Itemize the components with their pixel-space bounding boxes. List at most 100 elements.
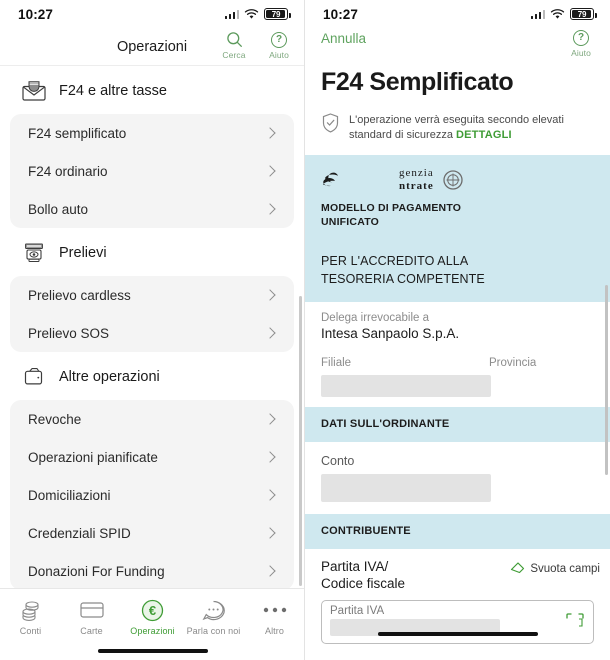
delega-value: Intesa Sanpaolo S.p.A. xyxy=(321,326,460,342)
tab-label: Altro xyxy=(264,626,284,636)
filiale-section: Filiale Provincia xyxy=(305,345,610,408)
list-item[interactable]: Donazioni For Funding xyxy=(10,552,294,590)
accredito-band: PER L'ACCREDITO ALLA TESORERIA COMPETENT… xyxy=(305,239,610,303)
list-item[interactable]: Prelievo cardless xyxy=(10,276,294,314)
shield-check-icon xyxy=(322,113,339,138)
right-status-bar: 10:27 79 xyxy=(305,0,610,28)
conto-input[interactable] xyxy=(321,473,491,502)
tab-conti[interactable]: Conti xyxy=(0,598,61,636)
help-label: Aiuto xyxy=(269,50,289,60)
model-title: MODELLO DI PAGAMENTO UNIFICATO xyxy=(321,201,462,228)
list-item-label: Revoche xyxy=(28,411,82,427)
tab-parla-con-noi[interactable]: Parla con noi xyxy=(183,598,244,636)
section-contribuente-band: CONTRIBUENTE xyxy=(305,513,610,549)
section-ordinante-band: DATI SULL'ORDINANTE xyxy=(305,407,610,442)
f24-form-preview: genzia ntrate MODELLO DI PAGAMENTO UNIFI… xyxy=(305,154,610,645)
svg-text:€: € xyxy=(149,603,156,618)
right-nav-bar: Annulla ? Aiuto xyxy=(305,28,610,62)
section-title: Altre operazioni xyxy=(59,369,160,385)
help-label: Aiuto xyxy=(571,48,591,58)
form-scrollbar[interactable] xyxy=(605,284,608,475)
list-item-label: Bollo auto xyxy=(28,201,89,217)
help-circle-icon: ? xyxy=(572,28,591,47)
tab-label: Operazioni xyxy=(130,626,175,636)
list-item[interactable]: Domiciliazioni xyxy=(10,476,294,514)
list-scrollbar[interactable] xyxy=(299,296,302,586)
status-clock: 10:27 xyxy=(323,6,359,22)
tab-label: Conti xyxy=(19,626,42,636)
status-clock: 10:27 xyxy=(18,6,54,22)
agency-word-line2: ntrate xyxy=(399,179,434,192)
list-item[interactable]: F24 semplificato xyxy=(10,114,294,152)
scan-document-icon[interactable] xyxy=(565,612,585,637)
battery-percent: 79 xyxy=(271,9,281,19)
list-item[interactable]: Revoche xyxy=(10,400,294,438)
ellipsis-icon xyxy=(262,598,288,622)
conto-section: Conto xyxy=(305,441,610,514)
provincia-label: Provincia xyxy=(489,357,537,370)
security-notice: L'operazione verrà eseguita secondo elev… xyxy=(305,109,610,155)
section-header-f24: F24 e altre tasse xyxy=(0,66,304,114)
chevron-right-icon xyxy=(264,565,276,577)
left-phone-screen: 10:27 79 Operazioni Cerca ? Aiuto F24 e … xyxy=(0,0,305,660)
chevron-right-icon xyxy=(264,451,276,463)
tab-carte[interactable]: Carte xyxy=(61,598,122,636)
left-nav-bar: Operazioni Cerca ? Aiuto xyxy=(0,28,304,66)
right-phone-screen: 10:27 79 Annulla ? Aiuto F24 Semplificat… xyxy=(305,0,610,660)
list-item[interactable]: Prelievo SOS xyxy=(10,314,294,352)
list-item[interactable]: Bollo auto xyxy=(10,190,294,228)
coins-icon xyxy=(20,598,42,622)
republic-emblem-icon xyxy=(443,170,463,190)
wifi-icon xyxy=(550,8,565,20)
help-button[interactable]: ? Aiuto xyxy=(262,30,296,60)
agency-wordmark: genzia ntrate xyxy=(399,167,434,192)
chevron-right-icon xyxy=(264,327,276,339)
list-item[interactable]: Credenziali SPID xyxy=(10,514,294,552)
tab-operazioni[interactable]: € Operazioni xyxy=(122,598,183,636)
battery-icon: 79 xyxy=(570,8,597,20)
card-icon xyxy=(79,598,104,622)
clear-fields-button[interactable]: Svuota campi xyxy=(510,559,600,579)
list-item-label: F24 ordinario xyxy=(28,163,108,179)
conto-label: Conto xyxy=(321,453,355,468)
left-status-bar: 10:27 79 xyxy=(0,0,304,28)
eraser-icon xyxy=(510,559,525,579)
chevron-right-icon xyxy=(264,527,276,539)
chevron-right-icon xyxy=(264,165,276,177)
page-title: Operazioni xyxy=(116,38,188,55)
chat-icon xyxy=(202,598,225,622)
list-item-label: Credenziali SPID xyxy=(28,525,131,541)
dual-screenshot-root: 10:27 79 Operazioni Cerca ? Aiuto F24 e … xyxy=(0,0,610,660)
section-card-f24: F24 semplificato F24 ordinario Bollo aut… xyxy=(10,114,294,228)
chevron-right-icon xyxy=(264,489,276,501)
chevron-right-icon xyxy=(264,289,276,301)
list-item-label: Prelievo SOS xyxy=(28,325,110,341)
section-header-altre: Altre operazioni xyxy=(0,352,304,400)
clear-fields-label: Svuota campi xyxy=(530,562,600,575)
search-button[interactable]: Cerca xyxy=(217,30,251,60)
filiale-input[interactable] xyxy=(321,375,491,398)
section-card-prelievi: Prelievo cardless Prelievo SOS xyxy=(10,276,294,352)
help-circle-icon: ? xyxy=(270,30,289,49)
chevron-right-icon xyxy=(264,203,276,215)
cellular-signal-icon xyxy=(530,9,545,19)
section-card-altre: Revoche Operazioni pianificate Domicilia… xyxy=(10,400,294,590)
home-indicator xyxy=(97,648,208,653)
dettagli-link[interactable]: DETTAGLI xyxy=(456,129,512,141)
help-button[interactable]: ? Aiuto xyxy=(564,28,598,58)
atm-icon xyxy=(21,242,46,264)
contribuente-body: Partita IVA/ Codice fiscale Svuota campi… xyxy=(305,548,610,645)
agency-logo-block: genzia ntrate xyxy=(305,154,610,199)
battery-percent: 79 xyxy=(577,9,587,19)
page-title: F24 Semplificato xyxy=(321,68,514,96)
delega-section: Delega irrevocabile a Intesa Sanpaolo S.… xyxy=(305,302,610,346)
partita-iva-field[interactable]: Partita IVA xyxy=(321,600,594,645)
cancel-button[interactable]: Annulla xyxy=(321,31,366,46)
security-notice-text: L'operazione verrà eseguita secondo elev… xyxy=(349,113,596,143)
list-item[interactable]: F24 ordinario xyxy=(10,152,294,190)
list-item[interactable]: Operazioni pianificate xyxy=(10,438,294,476)
model-title-band: MODELLO DI PAGAMENTO UNIFICATO xyxy=(305,198,610,240)
tab-altro[interactable]: Altro xyxy=(244,598,304,636)
delega-label: Delega irrevocabile a xyxy=(321,312,430,325)
euro-circle-icon: € xyxy=(141,598,164,622)
